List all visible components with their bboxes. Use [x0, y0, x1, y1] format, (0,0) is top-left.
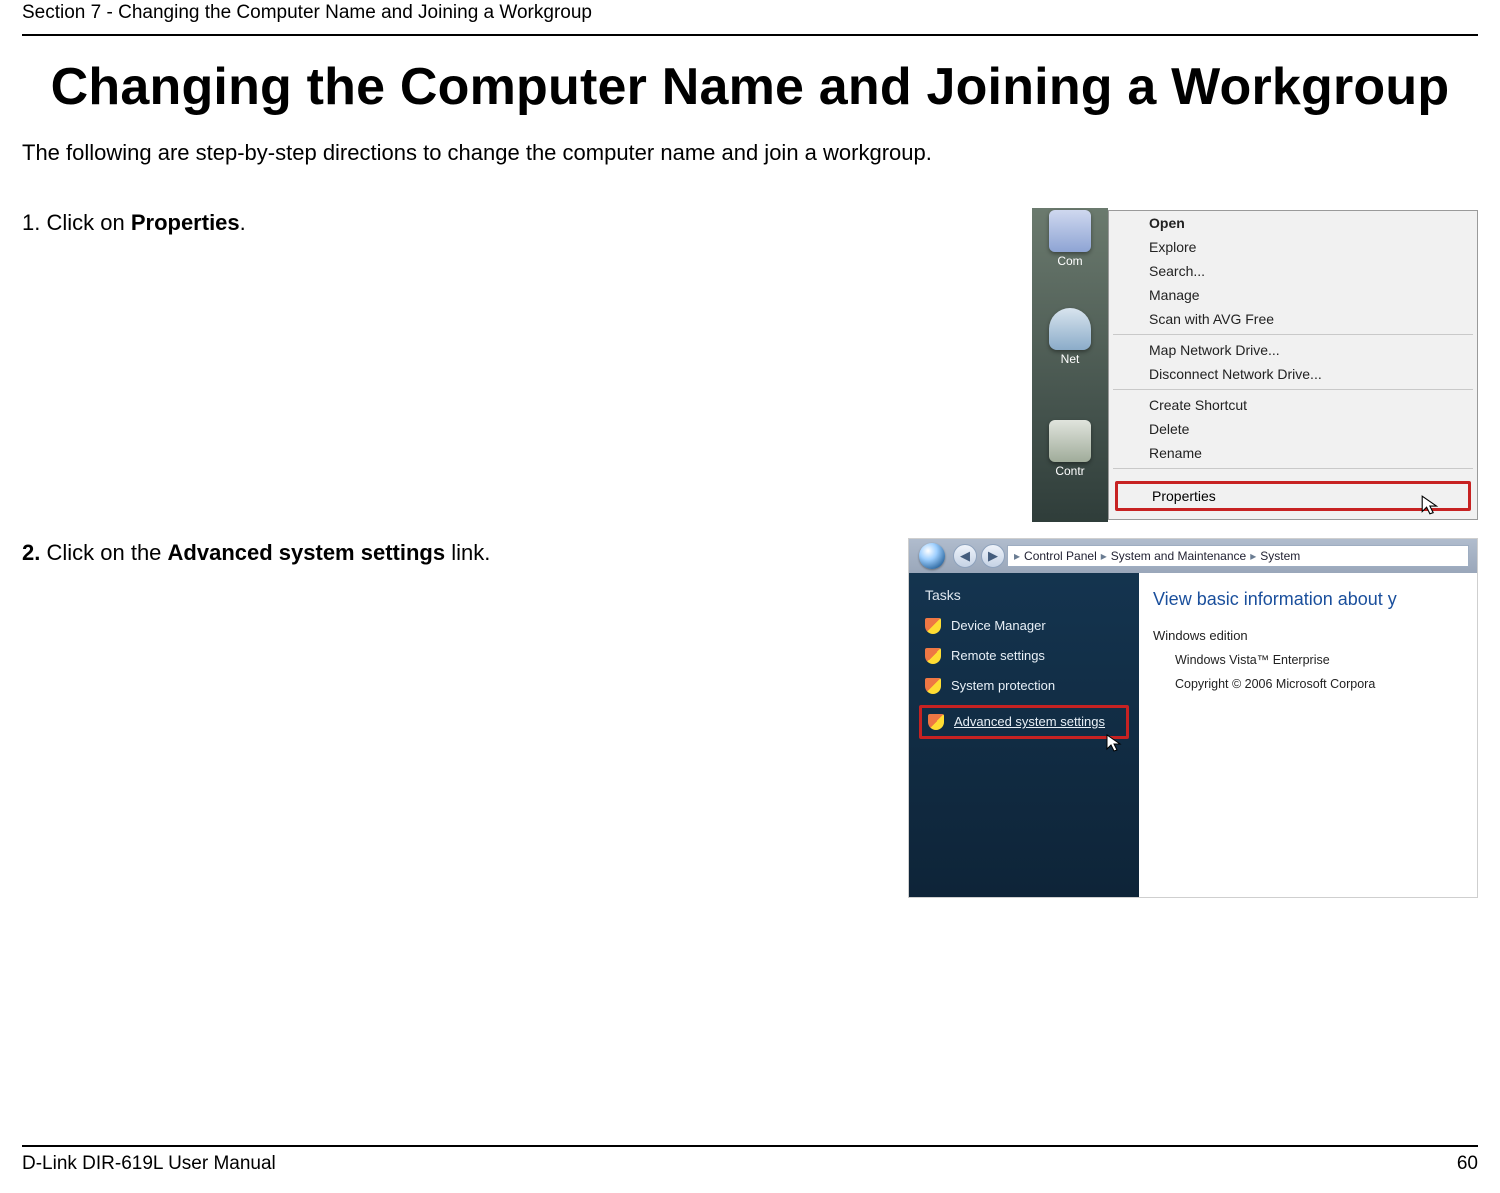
shield-icon	[928, 714, 944, 730]
menu-item-scan-avg[interactable]: Scan with AVG Free	[1109, 307, 1477, 331]
task-advanced-highlighted: Advanced system settings	[919, 705, 1129, 739]
menu-item-delete[interactable]: Delete	[1109, 417, 1477, 441]
menu-item-map-drive[interactable]: Map Network Drive...	[1109, 338, 1477, 362]
intro-text: The following are step-by-step direction…	[22, 140, 1478, 166]
forward-button[interactable]: ▶	[981, 544, 1005, 568]
step-2-bold: Advanced system settings	[168, 540, 446, 565]
chevron-right-icon: ▸	[1250, 549, 1256, 563]
menu-item-open[interactable]: Open	[1109, 211, 1477, 235]
menu-item-explore[interactable]: Explore	[1109, 235, 1477, 259]
breadcrumb-item[interactable]: System	[1260, 549, 1300, 563]
cursor-icon	[1420, 494, 1442, 516]
info-heading: View basic information about y	[1153, 589, 1463, 610]
task-label: System protection	[951, 678, 1055, 693]
desktop-icon-network[interactable]: Net	[1038, 308, 1102, 366]
desktop-label: Net	[1038, 352, 1102, 366]
breadcrumb-item[interactable]: System and Maintenance	[1111, 549, 1246, 563]
desktop-icon-computer[interactable]: Com	[1038, 210, 1102, 268]
page-footer: D-Link DIR-619L User Manual 60	[22, 1145, 1478, 1175]
cursor-icon	[1105, 733, 1125, 753]
task-label: Remote settings	[951, 648, 1045, 663]
windows-edition-label: Windows edition	[1153, 628, 1463, 643]
desktop-label: Com	[1038, 254, 1102, 268]
menu-separator	[1113, 389, 1473, 390]
footer-manual: D-Link DIR-619L User Manual	[22, 1153, 276, 1175]
windows-edition-value: Windows Vista™ Enterprise	[1175, 653, 1463, 667]
step-1-prefix: 1. Click on	[22, 210, 131, 235]
copyright-line: Copyright © 2006 Microsoft Corpora	[1175, 677, 1463, 691]
shield-icon	[925, 618, 941, 634]
shield-icon	[925, 678, 941, 694]
task-advanced-system-settings[interactable]: Advanced system settings	[922, 708, 1126, 736]
back-button[interactable]: ◀	[953, 544, 977, 568]
menu-separator	[1113, 334, 1473, 335]
network-icon	[1049, 308, 1091, 350]
menu-item-manage[interactable]: Manage	[1109, 283, 1477, 307]
task-device-manager[interactable]: Device Manager	[909, 611, 1139, 641]
start-orb-icon[interactable]	[919, 543, 945, 569]
step-1-text: 1. Click on Properties.	[22, 208, 1032, 238]
menu-item-disconnect-drive[interactable]: Disconnect Network Drive...	[1109, 362, 1477, 386]
step-2-suffix: link.	[445, 540, 490, 565]
menu-item-properties-highlighted[interactable]: Properties	[1115, 481, 1471, 511]
computer-icon	[1049, 210, 1091, 252]
step-2-row: 2. Click on the Advanced system settings…	[22, 538, 1478, 898]
menu-separator	[1113, 468, 1473, 469]
menu-item-search[interactable]: Search...	[1109, 259, 1477, 283]
nav-buttons: ◀ ▶	[953, 544, 1005, 568]
context-menu: Open Explore Search... Manage Scan with …	[1108, 210, 1478, 520]
step-1-suffix: .	[240, 210, 246, 235]
breadcrumb-item[interactable]: Control Panel	[1024, 549, 1097, 563]
system-info-pane: View basic information about y Windows e…	[1139, 573, 1477, 897]
step-2-text: 2. Click on the Advanced system settings…	[22, 538, 908, 568]
chevron-right-icon: ▸	[1014, 549, 1020, 563]
control-panel-icon	[1049, 420, 1091, 462]
tasks-title: Tasks	[909, 587, 1139, 611]
step-1-bold: Properties	[131, 210, 240, 235]
step-1-row: 1. Click on Properties. Com Net Contr Op…	[22, 208, 1478, 522]
shield-icon	[925, 648, 941, 664]
task-label: Device Manager	[951, 618, 1046, 633]
step-2-mid: Click on the	[40, 540, 167, 565]
menu-item-create-shortcut[interactable]: Create Shortcut	[1109, 393, 1477, 417]
step-2-number: 2.	[22, 540, 40, 565]
task-system-protection[interactable]: System protection	[909, 671, 1139, 701]
screenshot-system-window: ◀ ▶ ▸ Control Panel ▸ System and Mainten…	[908, 538, 1478, 898]
page-title: Changing the Computer Name and Joining a…	[22, 58, 1478, 118]
task-label: Advanced system settings	[954, 714, 1105, 729]
desktop-strip: Com Net Contr	[1032, 208, 1108, 522]
desktop-icon-control-panel[interactable]: Contr	[1038, 420, 1102, 478]
window-titlebar: ◀ ▶ ▸ Control Panel ▸ System and Mainten…	[909, 539, 1477, 573]
section-header: Section 7 - Changing the Computer Name a…	[22, 0, 1478, 36]
footer-page-number: 60	[1457, 1153, 1478, 1175]
breadcrumb[interactable]: ▸ Control Panel ▸ System and Maintenance…	[1007, 545, 1469, 567]
menu-item-rename[interactable]: Rename	[1109, 441, 1477, 465]
chevron-right-icon: ▸	[1101, 549, 1107, 563]
screenshot-context-menu: Com Net Contr Open Explore Search... Man…	[1032, 208, 1478, 522]
desktop-label: Contr	[1038, 464, 1102, 478]
task-remote-settings[interactable]: Remote settings	[909, 641, 1139, 671]
